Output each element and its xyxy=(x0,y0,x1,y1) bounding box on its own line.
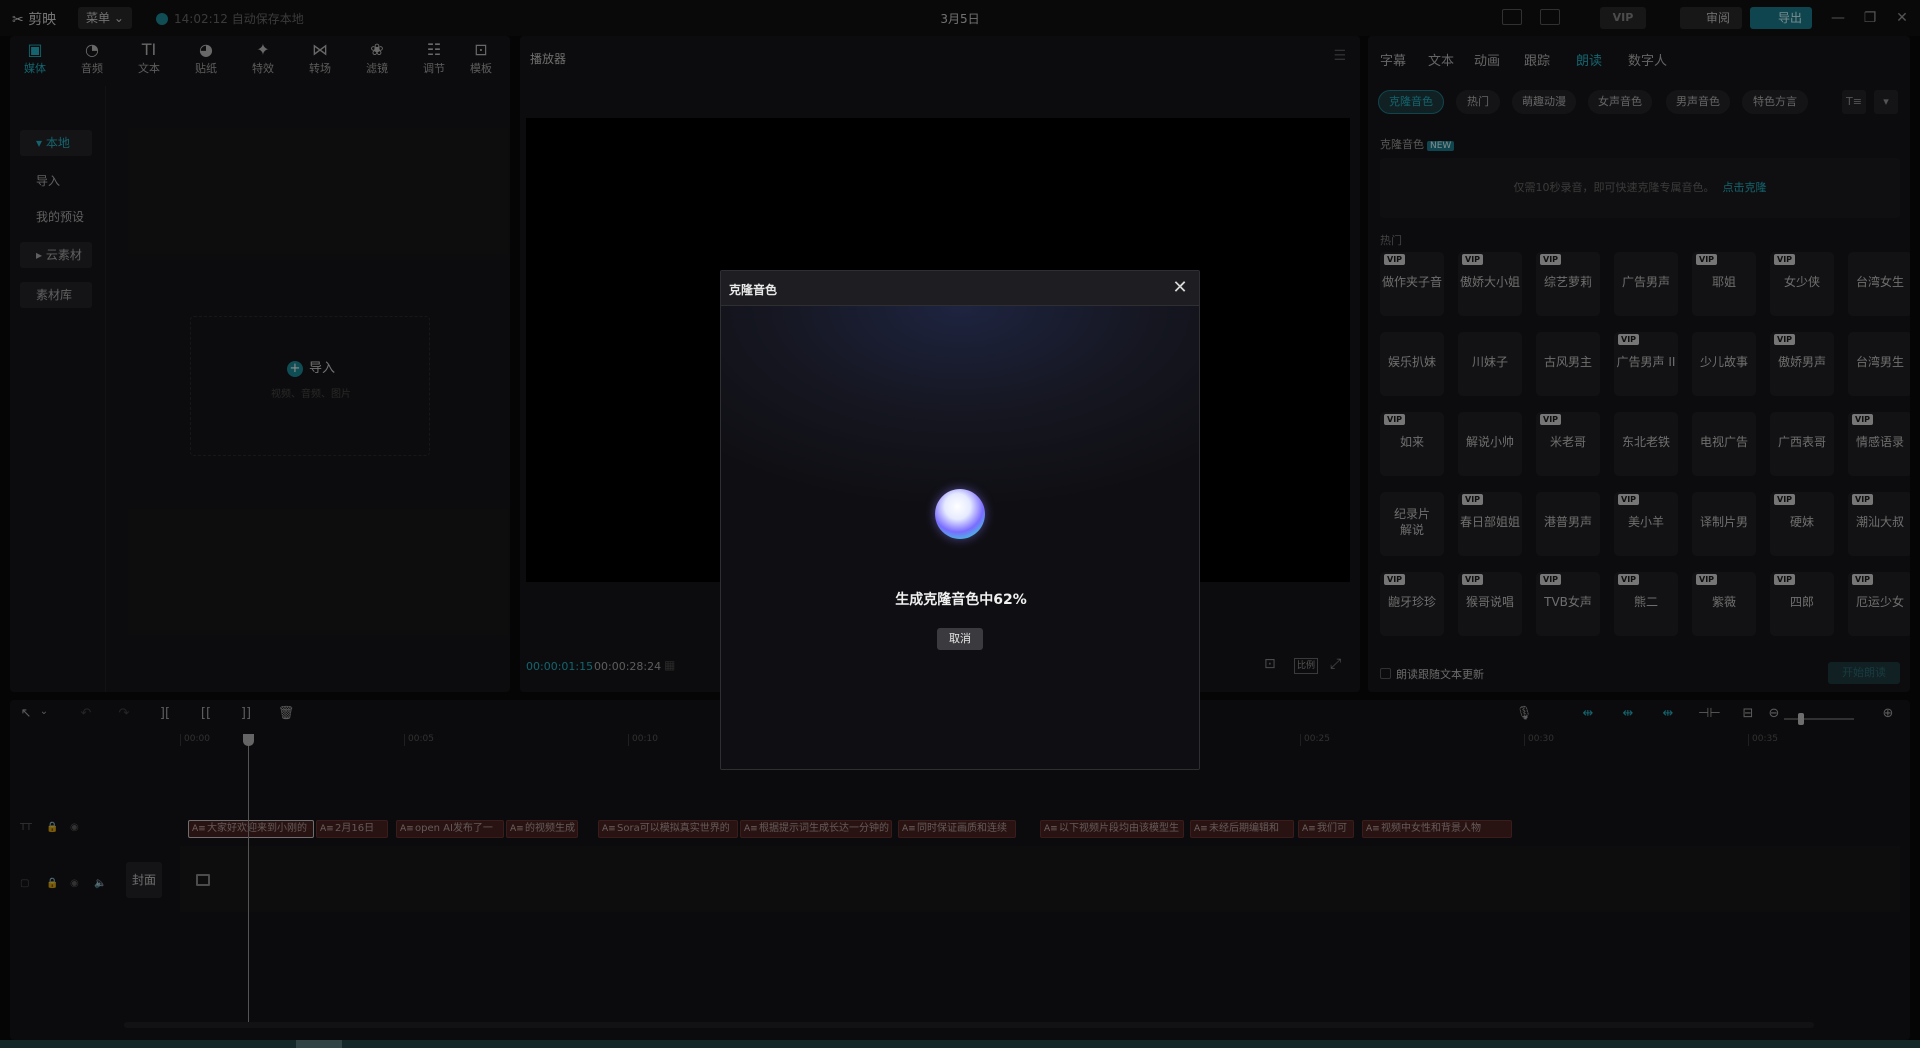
dialog-header: 克隆音色 ✕ xyxy=(721,271,1199,306)
cancel-button[interactable]: 取消 xyxy=(937,628,983,650)
dialog-body: 生成克隆音色中62% 取消 xyxy=(721,306,1199,769)
clone-voice-dialog: 克隆音色 ✕ 生成克隆音色中62% 取消 xyxy=(720,270,1200,770)
voice-orb-icon xyxy=(935,489,985,539)
dialog-title: 克隆音色 xyxy=(729,283,778,297)
progress-text: 生成克隆音色中62% xyxy=(895,592,1027,608)
close-icon[interactable]: ✕ xyxy=(1169,277,1191,299)
